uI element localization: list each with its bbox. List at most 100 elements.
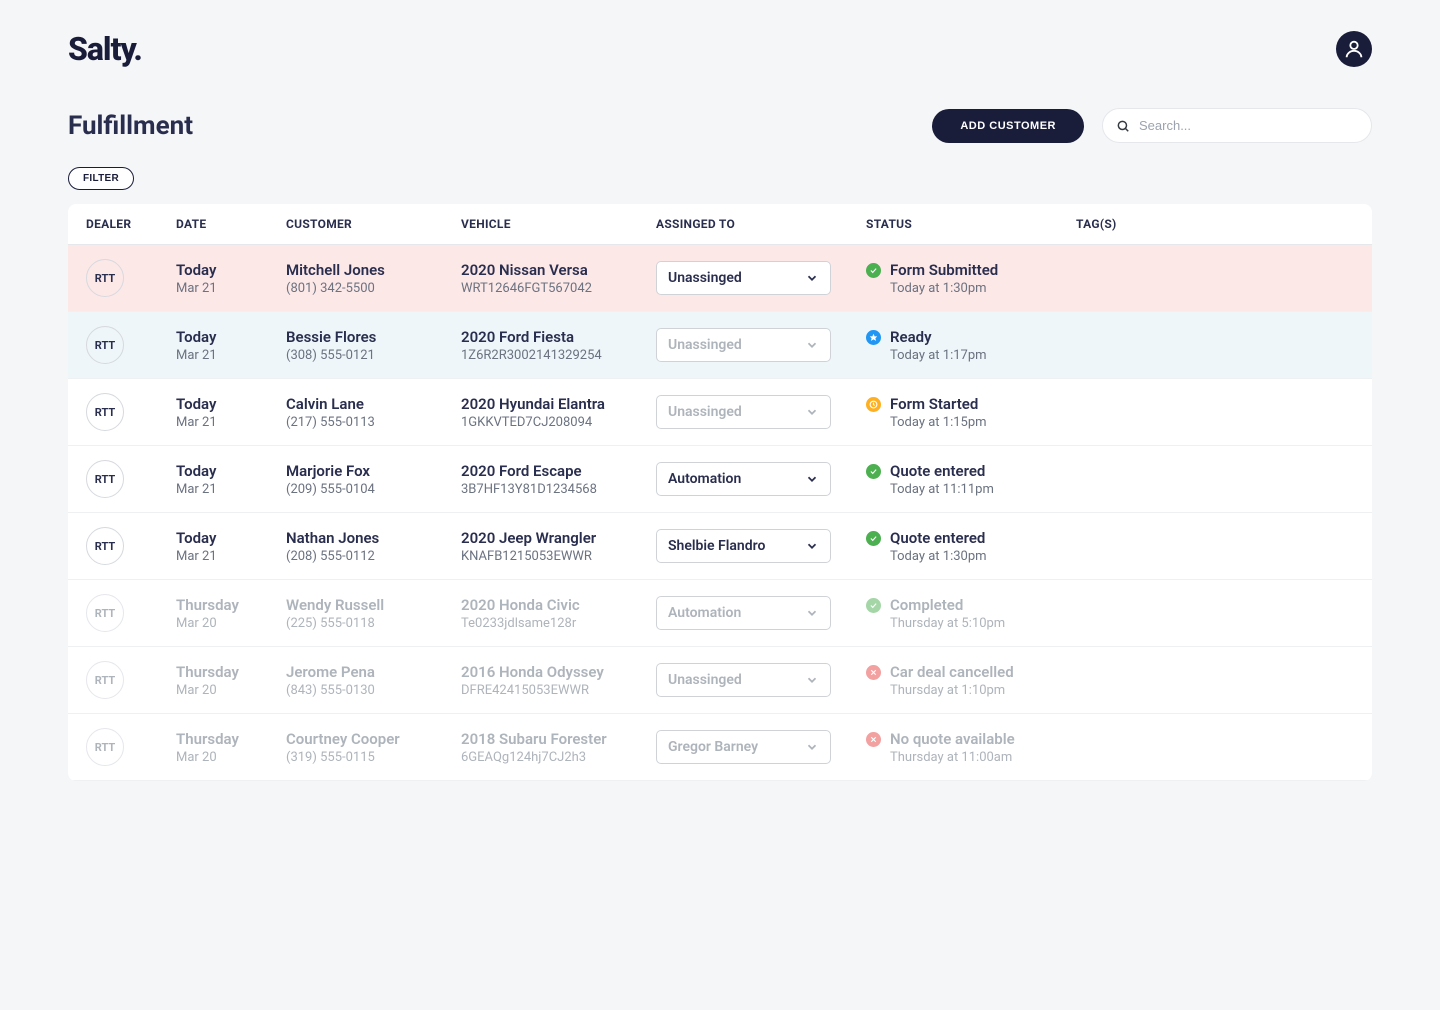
status-label: Form Started <box>890 395 987 413</box>
vehicle-name: 2020 Ford Escape <box>461 462 656 480</box>
table-row[interactable]: RTT Thursday Mar 20 Courtney Cooper (319… <box>68 714 1372 781</box>
assigned-select[interactable]: Unassinged <box>656 663 831 697</box>
user-avatar[interactable] <box>1336 31 1372 67</box>
status-icon <box>866 397 881 412</box>
fulfillment-table: DEALER DATE CUSTOMER VEHICLE ASSINGED TO… <box>68 204 1372 781</box>
table-row[interactable]: RTT Thursday Mar 20 Wendy Russell (225) … <box>68 580 1372 647</box>
status-label: Ready <box>890 328 987 346</box>
status-icon <box>866 732 881 747</box>
vehicle-vin: 6GEAQg124hj7CJ2h3 <box>461 750 656 765</box>
search-input[interactable] <box>1102 108 1372 143</box>
search-box <box>1102 108 1372 143</box>
dealer-badge: RTT <box>86 594 124 632</box>
vehicle-name: 2020 Hyundai Elantra <box>461 395 656 413</box>
assigned-value: Unassinged <box>668 672 742 688</box>
customer-name: Marjorie Fox <box>286 462 461 480</box>
add-customer-button[interactable]: ADD CUSTOMER <box>932 109 1084 143</box>
customer-name: Courtney Cooper <box>286 730 461 748</box>
date-secondary: Mar 20 <box>176 683 286 698</box>
vehicle-vin: 3B7HF13Y81D1234568 <box>461 482 656 497</box>
date-primary: Thursday <box>176 596 286 614</box>
table-row[interactable]: RTT Today Mar 21 Bessie Flores (308) 555… <box>68 312 1372 379</box>
filter-button[interactable]: FILTER <box>68 167 134 190</box>
assigned-select[interactable]: Unassinged <box>656 261 831 295</box>
status-label: No quote available <box>890 730 1015 748</box>
date-secondary: Mar 20 <box>176 750 286 765</box>
dealer-badge: RTT <box>86 527 124 565</box>
status-time: Thursday at 1:10pm <box>890 683 1014 698</box>
customer-phone: (208) 555-0112 <box>286 549 461 564</box>
date-primary: Today <box>176 529 286 547</box>
status-label: Car deal cancelled <box>890 663 1014 681</box>
table-row[interactable]: RTT Today Mar 21 Mitchell Jones (801) 34… <box>68 245 1372 312</box>
customer-name: Mitchell Jones <box>286 261 461 279</box>
vehicle-name: 2018 Subaru Forester <box>461 730 656 748</box>
chevron-down-icon <box>805 405 819 419</box>
dealer-badge: RTT <box>86 728 124 766</box>
status-icon <box>866 665 881 680</box>
page-title: Fulfillment <box>68 111 193 141</box>
chevron-down-icon <box>805 606 819 620</box>
status-icon <box>866 464 881 479</box>
vehicle-vin: KNAFB1215053EWWR <box>461 549 656 564</box>
status-time: Today at 1:15pm <box>890 415 987 430</box>
table-row[interactable]: RTT Thursday Mar 20 Jerome Pena (843) 55… <box>68 647 1372 714</box>
customer-phone: (319) 555-0115 <box>286 750 461 765</box>
col-customer: CUSTOMER <box>286 217 461 231</box>
table-row[interactable]: RTT Today Mar 21 Marjorie Fox (209) 555-… <box>68 446 1372 513</box>
status-label: Completed <box>890 596 1005 614</box>
customer-name: Calvin Lane <box>286 395 461 413</box>
date-primary: Thursday <box>176 663 286 681</box>
status-time: Thursday at 11:00am <box>890 750 1015 765</box>
assigned-value: Unassinged <box>668 270 742 286</box>
chevron-down-icon <box>805 673 819 687</box>
table-row[interactable]: RTT Today Mar 21 Calvin Lane (217) 555-0… <box>68 379 1372 446</box>
customer-phone: (843) 555-0130 <box>286 683 461 698</box>
vehicle-vin: DFRE42415053EWWR <box>461 683 656 698</box>
status-icon <box>866 598 881 613</box>
vehicle-name: 2020 Honda Civic <box>461 596 656 614</box>
date-secondary: Mar 21 <box>176 348 286 363</box>
customer-name: Wendy Russell <box>286 596 461 614</box>
date-primary: Today <box>176 462 286 480</box>
status-time: Today at 1:30pm <box>890 281 998 296</box>
vehicle-vin: 1Z6R2R3002141329254 <box>461 348 656 363</box>
vehicle-vin: 1GKKVTED7CJ208094 <box>461 415 656 430</box>
col-dealer: DEALER <box>86 217 176 231</box>
assigned-value: Unassinged <box>668 337 742 353</box>
chevron-down-icon <box>805 338 819 352</box>
dealer-badge: RTT <box>86 661 124 699</box>
chevron-down-icon <box>805 472 819 486</box>
customer-name: Nathan Jones <box>286 529 461 547</box>
assigned-select[interactable]: Gregor Barney <box>656 730 831 764</box>
assigned-select[interactable]: Shelbie Flandro <box>656 529 831 563</box>
status-icon <box>866 330 881 345</box>
vehicle-vin: WRT12646FGT567042 <box>461 281 656 296</box>
status-label: Quote entered <box>890 462 994 480</box>
dealer-badge: RTT <box>86 460 124 498</box>
vehicle-name: 2020 Jeep Wrangler <box>461 529 656 547</box>
table-header: DEALER DATE CUSTOMER VEHICLE ASSINGED TO… <box>68 204 1372 245</box>
col-assigned: ASSINGED TO <box>656 217 866 231</box>
assigned-select[interactable]: Automation <box>656 462 831 496</box>
dealer-badge: RTT <box>86 326 124 364</box>
assigned-value: Gregor Barney <box>668 739 758 755</box>
assigned-select[interactable]: Unassinged <box>656 328 831 362</box>
date-secondary: Mar 21 <box>176 415 286 430</box>
vehicle-vin: Te0233jdlsame128r <box>461 616 656 631</box>
assigned-select[interactable]: Automation <box>656 596 831 630</box>
table-row[interactable]: RTT Today Mar 21 Nathan Jones (208) 555-… <box>68 513 1372 580</box>
status-time: Today at 1:17pm <box>890 348 987 363</box>
date-primary: Today <box>176 261 286 279</box>
date-secondary: Mar 20 <box>176 616 286 631</box>
user-icon <box>1343 38 1365 60</box>
chevron-down-icon <box>805 740 819 754</box>
customer-phone: (209) 555-0104 <box>286 482 461 497</box>
date-primary: Today <box>176 395 286 413</box>
assigned-value: Unassinged <box>668 404 742 420</box>
assigned-select[interactable]: Unassinged <box>656 395 831 429</box>
customer-name: Jerome Pena <box>286 663 461 681</box>
date-secondary: Mar 21 <box>176 549 286 564</box>
vehicle-name: 2020 Nissan Versa <box>461 261 656 279</box>
col-date: DATE <box>176 217 286 231</box>
